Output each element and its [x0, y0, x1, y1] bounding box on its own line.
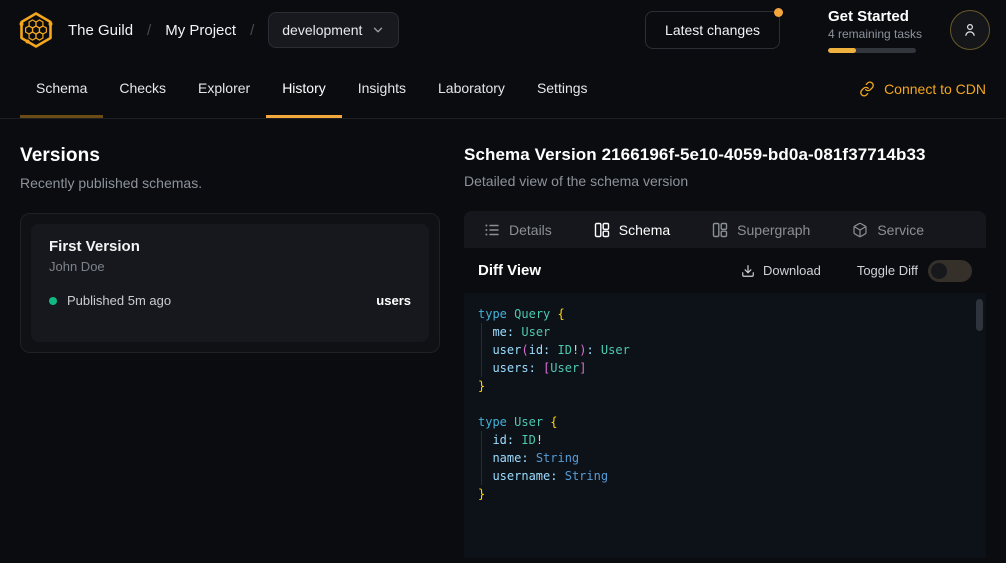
toggle-diff-switch[interactable]: [928, 260, 972, 282]
latest-changes-button[interactable]: Latest changes: [645, 11, 780, 49]
breadcrumb-separator: /: [250, 22, 254, 39]
nav-tab-checks[interactable]: Checks: [103, 60, 182, 118]
main-nav: Schema Checks Explorer History Insights …: [0, 60, 1006, 119]
breadcrumb-org[interactable]: The Guild: [68, 22, 133, 39]
nav-tab-insights[interactable]: Insights: [342, 60, 422, 118]
latest-changes-label: Latest changes: [665, 22, 760, 38]
nav-tab-laboratory[interactable]: Laboratory: [422, 60, 521, 118]
target-selector-value: development: [282, 22, 362, 38]
version-detail-subtitle: Detailed view of the schema version: [464, 173, 986, 189]
user-avatar[interactable]: [950, 10, 990, 50]
connect-to-cdn-link[interactable]: Connect to CDN: [859, 81, 986, 97]
diff-view-title: Diff View: [478, 262, 541, 279]
chevron-down-icon: [371, 23, 385, 37]
version-status-row: Published 5m ago users: [49, 293, 411, 308]
get-started-progress-bar: [828, 48, 916, 53]
detail-tab-details[interactable]: Details: [484, 222, 552, 238]
breadcrumb-project[interactable]: My Project: [165, 22, 236, 39]
nav-tab-schema[interactable]: Schema: [20, 60, 103, 118]
get-started-widget[interactable]: Get Started 4 remaining tasks: [828, 8, 920, 53]
version-detail-title: Schema Version 2166196f-5e10-4059-bd0a-0…: [464, 145, 986, 165]
published-status-dot: [49, 297, 57, 305]
get-started-progress-fill: [828, 48, 856, 53]
panels-icon: [712, 222, 728, 238]
version-detail-panel: Schema Version 2166196f-5e10-4059-bd0a-0…: [464, 145, 986, 558]
main-content: Versions Recently published schemas. Fir…: [0, 119, 1006, 558]
notification-dot: [774, 8, 783, 17]
detail-tab-supergraph[interactable]: Supergraph: [712, 222, 810, 238]
versions-card: First Version John Doe Published 5m ago …: [20, 213, 440, 353]
nav-tab-explorer[interactable]: Explorer: [182, 60, 266, 118]
detail-tab-schema[interactable]: Schema: [594, 222, 670, 238]
guild-honeycomb-logo-icon[interactable]: [16, 10, 56, 50]
target-selector-dropdown[interactable]: development: [268, 12, 399, 48]
detail-tab-bar: Details Schema: [464, 211, 986, 248]
user-icon: [961, 21, 979, 39]
schema-code-block: type Query { me: User user(id: ID!): Use…: [464, 293, 986, 558]
versions-panel: Versions Recently published schemas. Fir…: [20, 145, 440, 558]
diff-toolbar: Diff View Download Toggle Diff: [464, 248, 986, 293]
header: The Guild / My Project / development Lat…: [0, 0, 1006, 60]
panels-icon: [594, 222, 610, 238]
nav-tab-history[interactable]: History: [266, 60, 342, 118]
detail-tab-service[interactable]: Service: [852, 222, 924, 238]
toggle-diff-label: Toggle Diff: [857, 263, 918, 278]
link-icon: [859, 81, 875, 97]
get-started-title: Get Started: [828, 8, 920, 25]
version-status-text: Published 5m ago: [67, 293, 171, 308]
version-list-item[interactable]: First Version John Doe Published 5m ago …: [31, 224, 429, 342]
cube-icon: [852, 222, 868, 238]
code-scrollbar-thumb[interactable]: [976, 299, 983, 331]
version-author: John Doe: [49, 259, 411, 274]
versions-subtitle: Recently published schemas.: [20, 175, 440, 191]
version-service-badge: users: [376, 293, 411, 308]
versions-title: Versions: [20, 145, 440, 167]
download-button[interactable]: Download: [741, 263, 821, 278]
graphql-sdl-code[interactable]: type Query { me: User user(id: ID!): Use…: [464, 293, 986, 515]
list-icon: [484, 222, 500, 238]
version-detail-card: Details Schema: [464, 211, 986, 558]
get-started-subtitle: 4 remaining tasks: [828, 27, 920, 41]
connect-to-cdn-label: Connect to CDN: [884, 81, 986, 97]
breadcrumb-separator: /: [147, 22, 151, 39]
app: The Guild / My Project / development Lat…: [0, 0, 1006, 563]
toggle-knob: [931, 263, 947, 279]
download-icon: [741, 264, 755, 278]
nav-tab-settings[interactable]: Settings: [521, 60, 604, 118]
version-name: First Version: [49, 238, 411, 255]
